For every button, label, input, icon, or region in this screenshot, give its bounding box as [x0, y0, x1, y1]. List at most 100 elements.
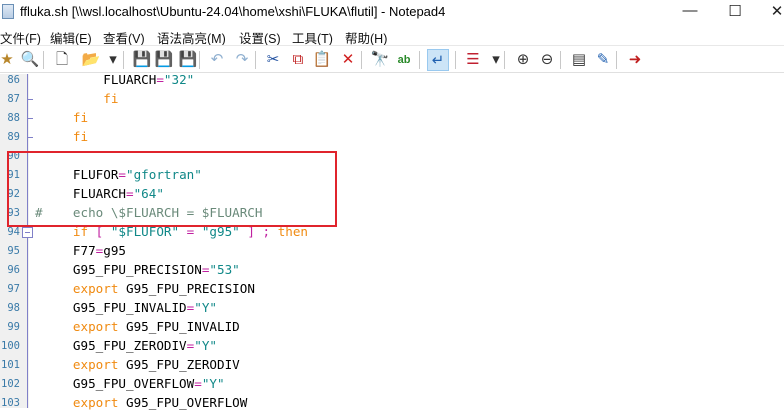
operator: =	[194, 376, 202, 391]
line-number: 89	[7, 131, 20, 143]
open-file-button[interactable]: 📂	[80, 49, 102, 71]
code-line[interactable]: 98 G95_FPU_INVALID="Y"	[0, 299, 784, 318]
save-all-button[interactable]: 💾	[177, 49, 199, 71]
window-title: ffluka.sh [\\wsl.localhost\Ubuntu-24.04\…	[20, 4, 446, 19]
line-number: 103	[1, 397, 20, 409]
toolbar-separator	[560, 51, 561, 69]
code-text: export G95_FPU_INVALID	[35, 319, 240, 334]
dropdown-button[interactable]: ▾	[102, 49, 124, 71]
code-line[interactable]: 96 G95_FPU_PRECISION="53"	[0, 261, 784, 280]
new-file-icon: 🗋	[55, 51, 69, 68]
toolbar-separator	[616, 51, 617, 69]
list-icon: ☰	[466, 51, 480, 68]
code-text: export G95_FPU_PRECISION	[35, 281, 255, 296]
copy-button[interactable]: ⧉	[287, 49, 309, 71]
editor[interactable]: 86 FLUARCH="32" 87 fi 88 fi 89 fi 90 91 FLUFO…	[0, 71, 784, 410]
code-line[interactable]: 97 export G95_FPU_PRECISION	[0, 280, 784, 299]
code-line[interactable]: 89 fi	[0, 128, 784, 147]
menu-bar: 文件(F) 编辑(E) 查看(V) 语法高亮(M) 设置(S) 工具(T) 帮助…	[0, 25, 784, 46]
line-number: 95	[7, 245, 20, 257]
dropdown-button[interactable]: ▾	[485, 49, 507, 71]
save-all-icon: 💾	[178, 51, 198, 68]
code-text: G95_FPU_OVERFLOW="Y"	[35, 376, 225, 391]
word-wrap-button[interactable]: ↵	[427, 49, 449, 71]
code-text: G95_FPU_ZERODIV="Y"	[35, 338, 217, 353]
paste-button[interactable]: 📋	[311, 49, 333, 71]
fold-toggle-icon[interactable]	[22, 227, 33, 238]
line-number: 98	[7, 302, 20, 314]
identifier	[35, 91, 103, 106]
zoom-out-button[interactable]: ⊖	[536, 49, 558, 71]
code-text: G95_FPU_INVALID="Y"	[35, 300, 217, 315]
identifier	[35, 357, 73, 372]
scheme-button[interactable]: ▤	[568, 49, 590, 71]
code-line[interactable]: 99 export G95_FPU_INVALID	[0, 318, 784, 337]
cut-button[interactable]: ✂	[262, 49, 284, 71]
maximize-button[interactable]: ☐	[725, 2, 745, 20]
highlight-box	[7, 151, 337, 227]
identifier	[35, 110, 73, 125]
keyword: export	[72, 281, 119, 296]
browse-folder-button[interactable]: 🔍	[19, 49, 41, 71]
line-number: 100	[1, 340, 20, 352]
zoom-out-icon: ⊖	[540, 51, 554, 68]
list-button[interactable]: ☰	[462, 49, 484, 71]
keyword: export	[72, 319, 119, 334]
find-button[interactable]: 🔭	[369, 49, 391, 71]
save-disabled-button[interactable]: 💾	[131, 49, 153, 71]
identifier: g95	[103, 243, 127, 258]
close-button[interactable]: ✕	[767, 2, 784, 20]
keyword: fi	[103, 91, 119, 106]
identifier: G95_FPU_OVERFLOW	[35, 376, 195, 391]
new-file-button[interactable]: 🗋	[51, 49, 73, 71]
code-line[interactable]: 103 export G95_FPU_OVERFLOW	[0, 394, 784, 413]
code-line[interactable]: 95 F77=g95	[0, 242, 784, 261]
scheme-icon: ▤	[571, 51, 587, 68]
code-line[interactable]: 87 fi	[0, 90, 784, 109]
exit-icon: ➜	[628, 51, 642, 68]
save-icon: 💾	[154, 51, 174, 68]
replace-icon: ab	[397, 54, 411, 66]
code-line[interactable]: 102 G95_FPU_OVERFLOW="Y"	[0, 375, 784, 394]
undo-button[interactable]: ↶	[206, 49, 228, 71]
customize-scheme-button[interactable]: ✎	[592, 49, 614, 71]
fold-end-marker	[27, 137, 33, 138]
string-literal: "Y"	[194, 300, 217, 315]
code-line[interactable]: 88 fi	[0, 109, 784, 128]
identifier: G95_FPU_ZERODIV	[35, 338, 187, 353]
redo-button[interactable]: ↷	[231, 49, 253, 71]
toolbar-separator	[255, 51, 256, 69]
string-literal: "Y"	[194, 338, 217, 353]
toolbar-separator	[43, 51, 44, 69]
code-text: fi	[35, 110, 88, 125]
delete-button[interactable]: ✕	[337, 49, 359, 71]
identifier	[35, 319, 73, 334]
keyword: fi	[72, 110, 89, 125]
replace-button[interactable]: ab	[393, 49, 415, 71]
code-line[interactable]: 100 G95_FPU_ZERODIV="Y"	[0, 337, 784, 356]
code-line[interactable]: 86 FLUARCH="32"	[0, 71, 784, 90]
line-number: 86	[7, 74, 20, 86]
minimize-button[interactable]: —	[680, 2, 700, 19]
line-number: 87	[7, 93, 20, 105]
toolbar-separator	[199, 51, 200, 69]
line-number: 94	[7, 226, 20, 238]
favorites-button[interactable]: ★	[0, 49, 18, 71]
line-number: 97	[7, 283, 20, 295]
dropdown-icon: ▾	[492, 51, 500, 68]
exit-button[interactable]: ➜	[624, 49, 646, 71]
dropdown-icon: ▾	[109, 51, 117, 68]
line-number: 88	[7, 112, 20, 124]
customize-scheme-icon: ✎	[596, 51, 610, 68]
string-literal: "32"	[163, 72, 195, 87]
save-button[interactable]: 💾	[153, 49, 175, 71]
identifier: G95_FPU_INVALID	[35, 300, 187, 315]
delete-icon: ✕	[341, 51, 355, 68]
code-text: fi	[35, 129, 88, 144]
cut-icon: ✂	[266, 51, 280, 68]
browse-folder-icon: 🔍	[20, 51, 40, 68]
operator: =	[156, 72, 164, 87]
string-literal: "Y"	[201, 376, 225, 391]
zoom-in-button[interactable]: ⊕	[512, 49, 534, 71]
code-line[interactable]: 101 export G95_FPU_ZERODIV	[0, 356, 784, 375]
